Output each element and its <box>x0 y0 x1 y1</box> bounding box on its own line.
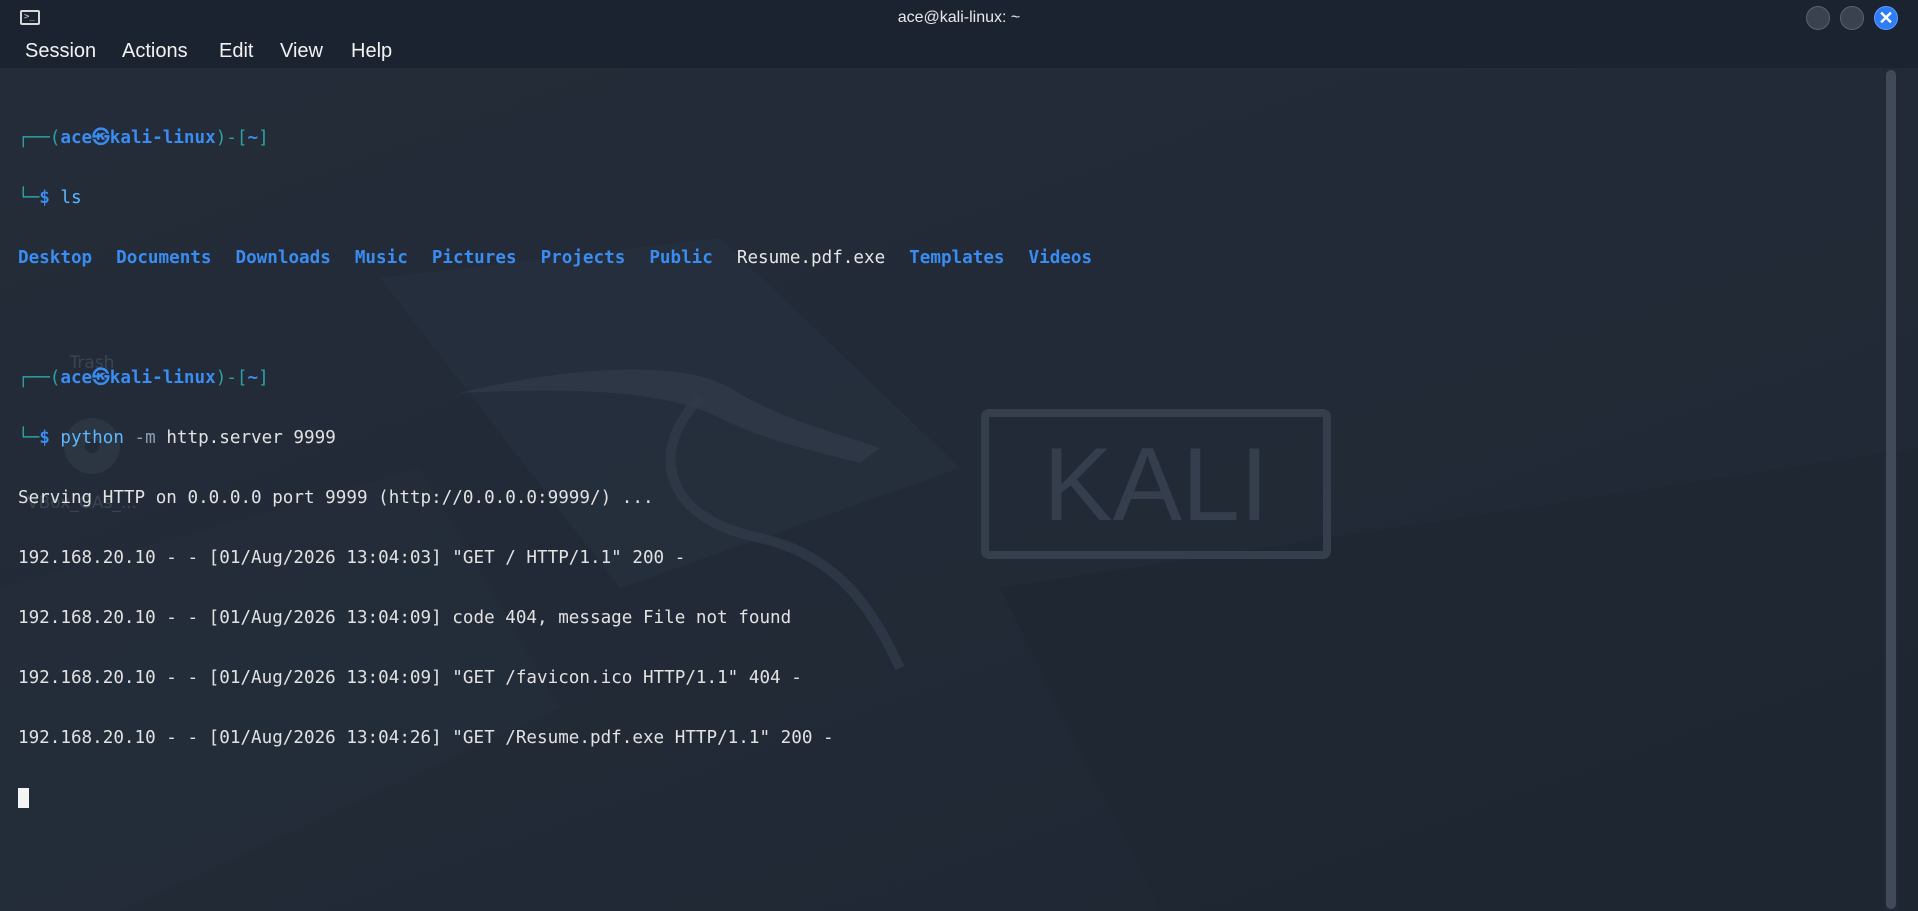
prompt-host: kali-linux <box>109 128 216 148</box>
ls-entry-resume: Resume.pdf.exe <box>736 248 886 268</box>
command-ls: ls <box>60 188 82 208</box>
menu-edit[interactable]: Edit <box>219 40 253 63</box>
prompt-user: ace <box>60 128 93 148</box>
menu-help[interactable]: Help <box>351 40 392 63</box>
ls-entry-templates: Templates <box>909 248 1005 268</box>
ls-entry-music: Music <box>354 248 408 268</box>
ls-output: Desktop Documents Downloads Music Pictures Pr… <box>18 248 1116 268</box>
command-flag: -m <box>134 428 156 448</box>
close-icon: ✕ <box>1878 8 1894 28</box>
window-title: ace@kali-linux: ~ <box>897 9 1021 26</box>
cursor-line <box>18 788 1116 808</box>
scrollbar[interactable] <box>1884 68 1898 911</box>
ls-entry-desktop: Desktop <box>18 248 93 268</box>
menu-session[interactable]: Session <box>25 40 96 63</box>
title-bar: >_ ace@kali-linux: ~ ✕ <box>0 0 1918 36</box>
server-log-line: 192.168.20.10 - - [01/Aug/2026 13:04:09]… <box>18 668 802 688</box>
command-args: http.server 9999 <box>166 428 336 448</box>
prompt-line-2: ┌──(ace㉿kali-linux)-[~] <box>18 368 269 388</box>
prompt-host: kali-linux <box>109 368 216 388</box>
ls-entry-projects: Projects <box>540 248 626 268</box>
ls-entry-pictures: Pictures <box>431 248 517 268</box>
command-python: python <box>60 428 124 448</box>
scrollbar-thumb[interactable] <box>1886 70 1896 909</box>
server-log-line: 192.168.20.10 - - [01/Aug/2026 13:04:26]… <box>18 728 834 748</box>
terminal-output: ┌──(ace㉿kali-linux)-[~] └─$ ls Desktop Do… <box>18 88 1116 848</box>
menu-view[interactable]: View <box>280 40 323 63</box>
server-log-line: 192.168.20.10 - - [01/Aug/2026 13:04:03]… <box>18 548 686 568</box>
maximize-button[interactable] <box>1840 6 1864 30</box>
terminal-cursor <box>18 788 29 808</box>
terminal-area[interactable]: KALI Trash VBox_GAs_... ┌──(ace㉿kali-lin… <box>0 68 1918 911</box>
prompt-dir: ~ <box>247 368 259 388</box>
server-output-line: Serving HTTP on 0.0.0.0 port 9999 (http:… <box>18 488 654 508</box>
menu-bar: Session Actions Edit View Help <box>0 36 1918 68</box>
minimize-button[interactable] <box>1806 6 1830 30</box>
menu-actions[interactable]: Actions <box>122 40 188 63</box>
ls-entry-downloads: Downloads <box>235 248 331 268</box>
command-line-1: └─$ ls <box>18 188 82 208</box>
ls-entry-videos: Videos <box>1028 248 1093 268</box>
ls-entry-public: Public <box>649 248 713 268</box>
command-line-2: └─$ python -m http.server 9999 <box>18 428 336 448</box>
prompt-user: ace <box>60 368 93 388</box>
close-button[interactable]: ✕ <box>1874 6 1898 30</box>
server-log-line: 192.168.20.10 - - [01/Aug/2026 13:04:09]… <box>18 608 792 628</box>
prompt-line-1: ┌──(ace㉿kali-linux)-[~] <box>18 128 269 148</box>
ls-entry-documents: Documents <box>116 248 212 268</box>
prompt-dir: ~ <box>247 128 259 148</box>
